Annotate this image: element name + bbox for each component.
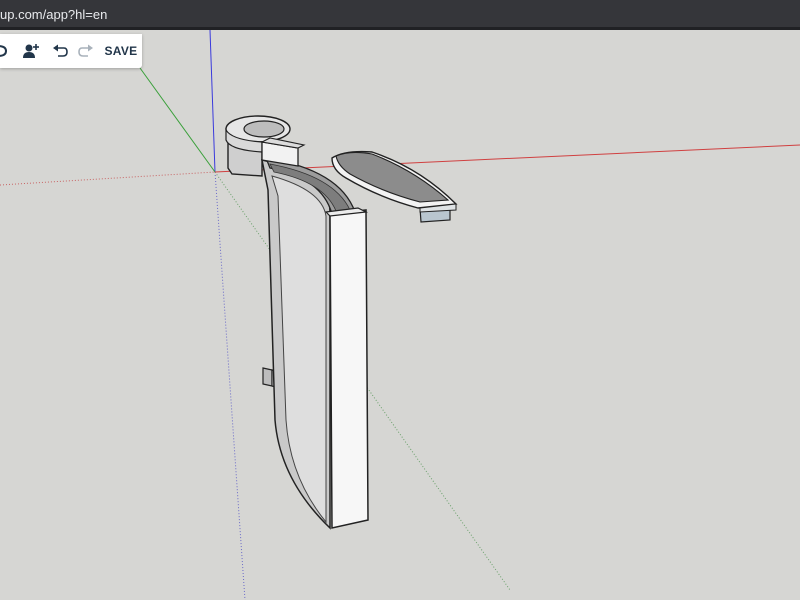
red-axis-dotted bbox=[0, 171, 216, 186]
url-text[interactable]: up.com/app?hl=en bbox=[0, 7, 107, 22]
save-label: SAVE bbox=[104, 44, 138, 58]
save-button[interactable]: SAVE bbox=[102, 34, 140, 68]
3d-viewport[interactable] bbox=[0, 30, 800, 600]
redo-icon[interactable] bbox=[74, 34, 98, 68]
model-canvas[interactable] bbox=[0, 30, 800, 600]
truncated-icon[interactable] bbox=[0, 34, 10, 68]
blue-axis-solid bbox=[209, 30, 216, 173]
green-axis-solid bbox=[139, 67, 216, 173]
blue-axis-dotted bbox=[214, 171, 246, 600]
browser-address-bar[interactable]: up.com/app?hl=en bbox=[0, 0, 800, 30]
add-collaborator-icon[interactable] bbox=[18, 34, 44, 68]
axes bbox=[0, 30, 800, 600]
top-toolbar: SAVE bbox=[0, 34, 142, 68]
curved-wall-part bbox=[260, 137, 369, 530]
undo-icon[interactable] bbox=[48, 34, 72, 68]
